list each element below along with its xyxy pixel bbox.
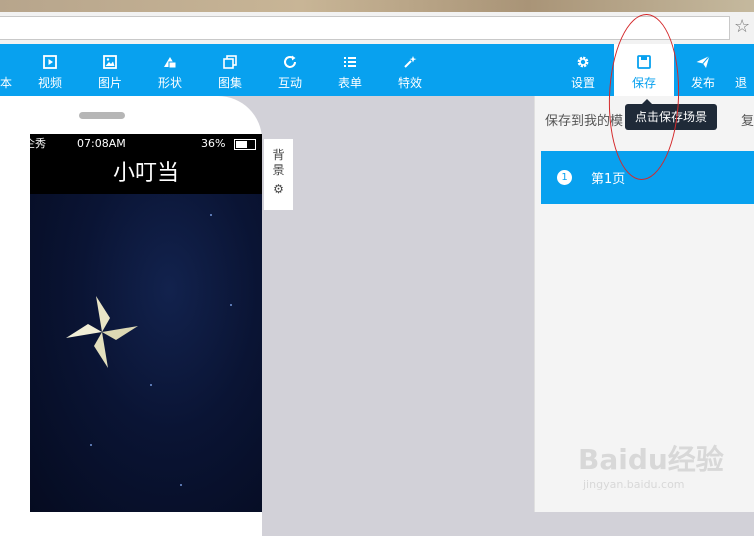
browser-tab-strip xyxy=(0,0,754,12)
scene-canvas[interactable] xyxy=(30,194,262,512)
copy-link[interactable]: 复 xyxy=(741,110,754,129)
refresh-icon xyxy=(262,50,318,74)
gear-icon xyxy=(555,50,611,74)
form-button[interactable]: 表单 xyxy=(322,44,378,96)
list-icon xyxy=(322,50,378,74)
star-dot xyxy=(210,214,212,216)
effects-button[interactable]: 特效 xyxy=(382,44,438,96)
background-panel[interactable]: 背 景 ⚙ xyxy=(264,139,293,210)
star-dot xyxy=(180,484,182,486)
publish-button[interactable]: 发布 xyxy=(675,44,731,96)
send-icon xyxy=(675,50,731,74)
background-label-1: 背 xyxy=(272,148,285,162)
interaction-button[interactable]: 互动 xyxy=(262,44,318,96)
star-dot xyxy=(150,384,152,386)
play-icon xyxy=(22,50,78,74)
phone-title-bar: 小叮当 xyxy=(30,154,262,194)
bookmark-star-icon[interactable]: ☆ xyxy=(734,16,750,38)
sparkle-icon xyxy=(382,50,438,74)
toolbar-item-partial[interactable]: 本 xyxy=(0,44,14,96)
scene-title: 小叮当 xyxy=(112,161,179,186)
phone-status-bar: 企秀 07:08AM 36% xyxy=(24,134,262,154)
video-button[interactable]: 视频 xyxy=(22,44,78,96)
shape-button[interactable]: 形状 xyxy=(142,44,198,96)
settings-button[interactable]: 设置 xyxy=(555,44,611,96)
watermark-url: jingyan.baidu.com xyxy=(583,478,685,491)
carrier-label: 企秀 xyxy=(24,137,46,150)
image-button[interactable]: 图片 xyxy=(82,44,138,96)
clock-label: 07:08AM xyxy=(77,137,126,150)
gear-icon[interactable]: ⚙ xyxy=(264,182,293,197)
gallery-icon xyxy=(202,50,258,74)
toolbar-item-partial-right[interactable]: 退 xyxy=(735,44,754,96)
star-dot xyxy=(230,304,232,306)
phone-speaker xyxy=(79,112,125,119)
page-number-badge: 1 xyxy=(557,170,572,185)
shape-icon xyxy=(142,50,198,74)
battery-label: 36% xyxy=(201,137,226,150)
page-label: 第1页 xyxy=(591,172,626,187)
pinwheel-icon[interactable] xyxy=(64,294,140,370)
watermark-logo: Baidu经验 xyxy=(578,443,724,476)
image-icon xyxy=(82,50,138,74)
background-label-2: 景 xyxy=(272,163,285,177)
gallery-button[interactable]: 图集 xyxy=(202,44,258,96)
battery-icon xyxy=(234,139,256,150)
star-dot xyxy=(90,444,92,446)
